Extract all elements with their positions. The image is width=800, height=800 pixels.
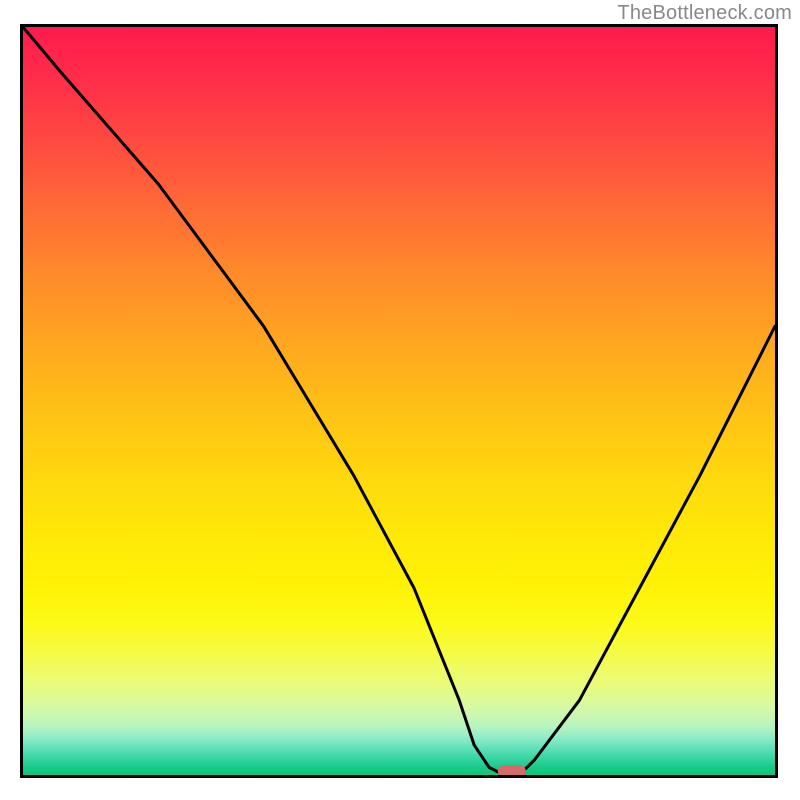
plot-frame bbox=[20, 24, 778, 778]
bottleneck-curve-svg bbox=[23, 27, 775, 775]
chart-container: TheBottleneck.com bbox=[0, 0, 800, 800]
watermark-text: TheBottleneck.com bbox=[617, 2, 792, 25]
bottleneck-curve bbox=[23, 27, 775, 775]
optimum-marker bbox=[498, 765, 526, 775]
